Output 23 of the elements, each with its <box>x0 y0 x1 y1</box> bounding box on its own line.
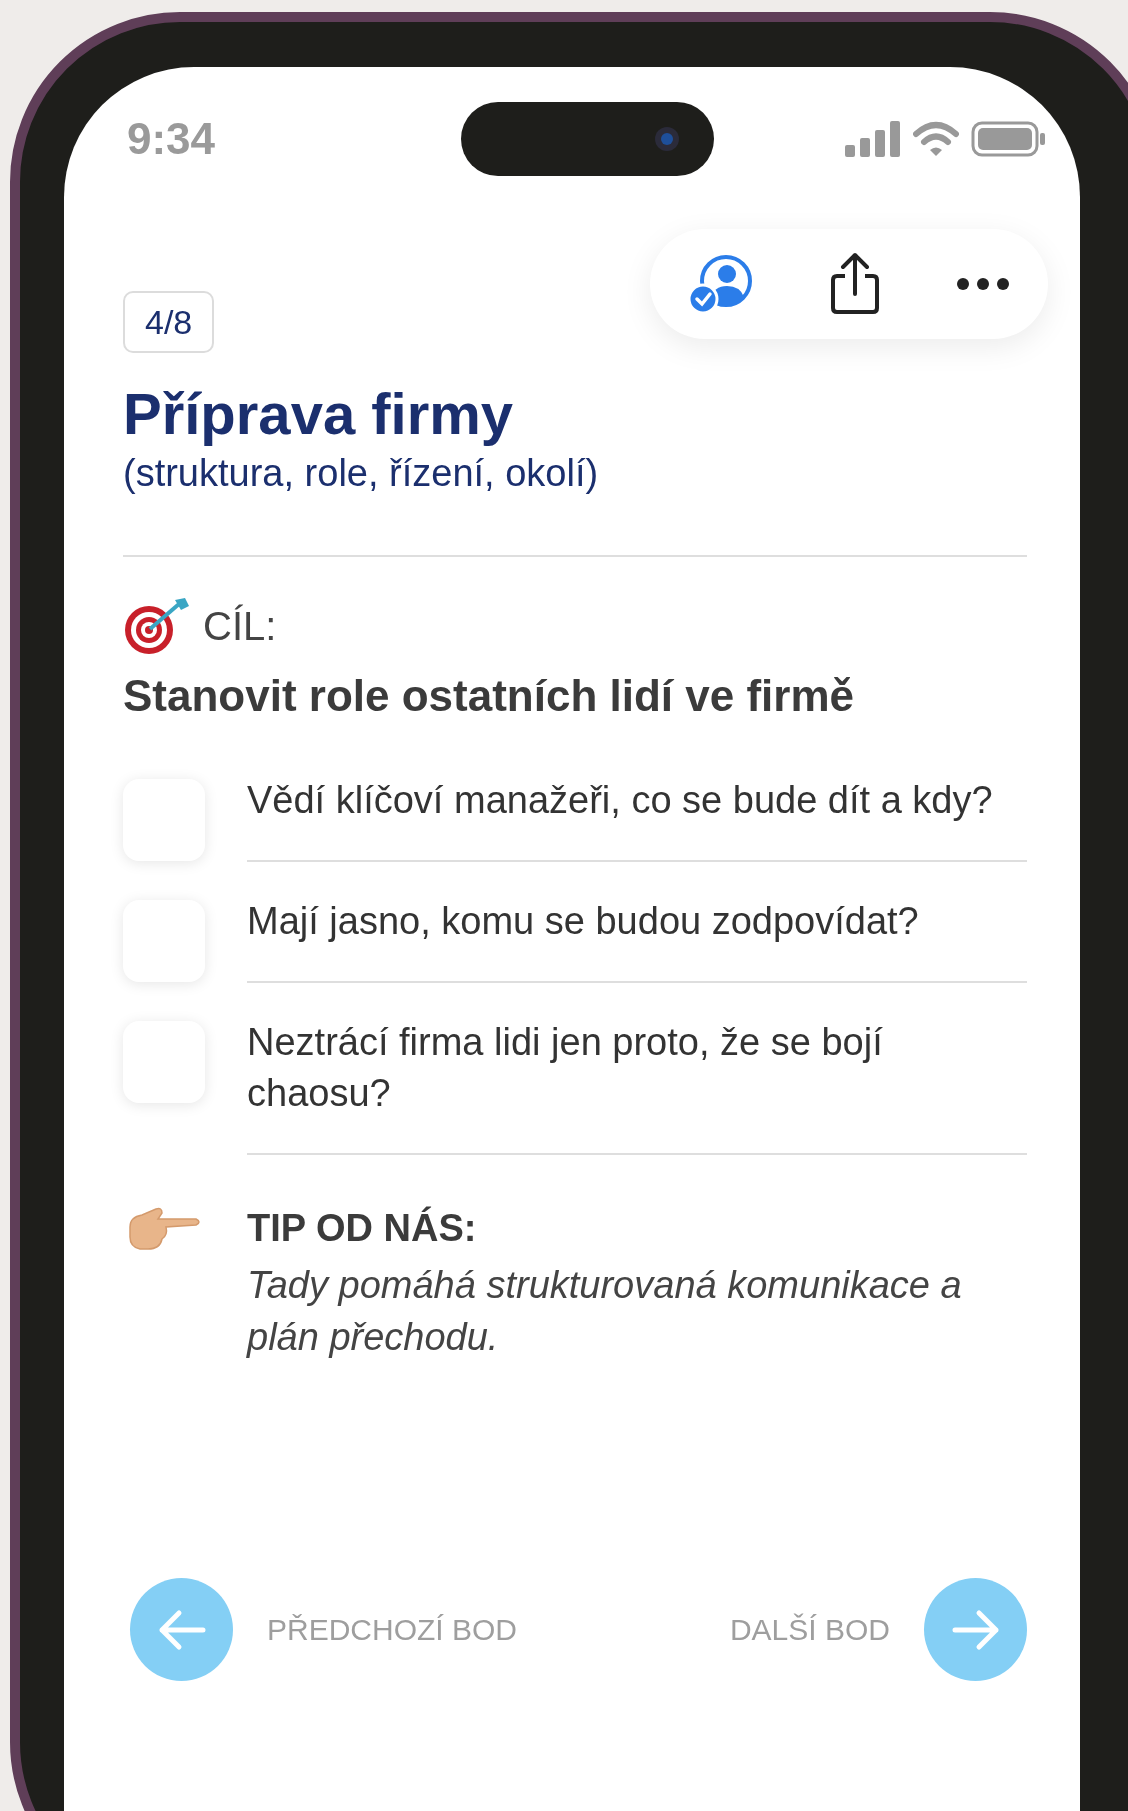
tip-text: Tady pomáhá strukturovaná komunikace a plán přechodu. <box>247 1263 963 1360</box>
more-icon[interactable] <box>956 277 1011 291</box>
checklist-question: Neztrácí firma lidi jen proto, že se bojí chaosu? <box>247 983 1027 1155</box>
status-time: 9:34 <box>127 114 217 164</box>
battery-icon <box>971 121 1047 157</box>
next-button[interactable]: DALŠÍ BOD <box>729 1578 1027 1681</box>
camera-lens-icon <box>653 126 680 152</box>
checklist-question: Mají jasno, komu se budou zodpovídat? <box>247 862 1027 983</box>
signal-icon <box>845 121 901 157</box>
goal-label: CÍL: <box>203 603 277 649</box>
profile-check-icon[interactable] <box>687 253 754 315</box>
previous-button[interactable]: PŘEDCHOZÍ BOD <box>130 1578 518 1681</box>
tip-heading: TIP OD NÁS: <box>247 1205 478 1251</box>
target-icon <box>123 596 191 656</box>
pointing-hand-icon <box>126 1205 202 1253</box>
goal-heading: Stanovit role ostatních lidí ve firmě <box>123 671 856 721</box>
checklist-question: Vědí klíčoví manažeři, co se bude dít a kdy? <box>247 741 1027 862</box>
share-icon[interactable] <box>829 252 881 316</box>
arrow-right-icon <box>950 1607 1001 1652</box>
page-subtitle: (struktura, role, řízení, okolí) <box>123 451 600 496</box>
progress-badge: 4/8 <box>123 291 215 353</box>
page-title: Příprava firmy <box>123 381 515 447</box>
wifi-icon <box>913 121 959 157</box>
